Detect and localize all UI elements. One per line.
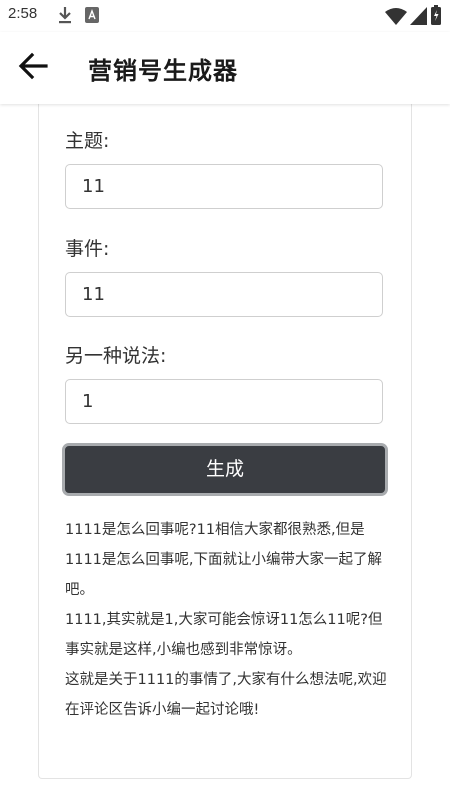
- subject-input[interactable]: [65, 164, 383, 209]
- output-paragraph: 这就是关于1111的事情了,大家有什么想法呢,欢迎在评论区告诉小编一起讨论哦!: [65, 672, 387, 718]
- download-icon: [58, 6, 72, 28]
- alt-phrase-input[interactable]: [65, 379, 383, 424]
- output-paragraph: 1111,其实就是1,大家可能会惊讶11怎么11呢?但事实就是这样,小编也感到非…: [65, 612, 383, 658]
- status-bar: 2:58: [0, 0, 450, 32]
- event-label: 事件:: [65, 238, 110, 260]
- output-paragraph: 1111是怎么回事呢?11相信大家都很熟悉,但是1111是怎么回事呢,下面就让小…: [65, 522, 383, 598]
- app-bar: 营销号生成器: [0, 32, 450, 104]
- generated-output: 1111是怎么回事呢?11相信大家都很熟悉,但是1111是怎么回事呢,下面就让小…: [65, 515, 391, 725]
- signal-icon: [410, 7, 427, 29]
- arrow-left-icon: [18, 52, 48, 84]
- subject-label: 主题:: [65, 130, 110, 152]
- event-input[interactable]: [65, 272, 383, 317]
- generate-button[interactable]: 生成: [62, 443, 388, 496]
- text-app-icon: [85, 7, 99, 27]
- battery-icon: [431, 5, 441, 29]
- wifi-icon: [385, 7, 407, 29]
- status-time: 2:58: [8, 5, 38, 22]
- back-button[interactable]: [18, 52, 54, 84]
- page-title: 营销号生成器: [88, 57, 238, 85]
- alt-phrase-label: 另一种说法:: [65, 345, 167, 367]
